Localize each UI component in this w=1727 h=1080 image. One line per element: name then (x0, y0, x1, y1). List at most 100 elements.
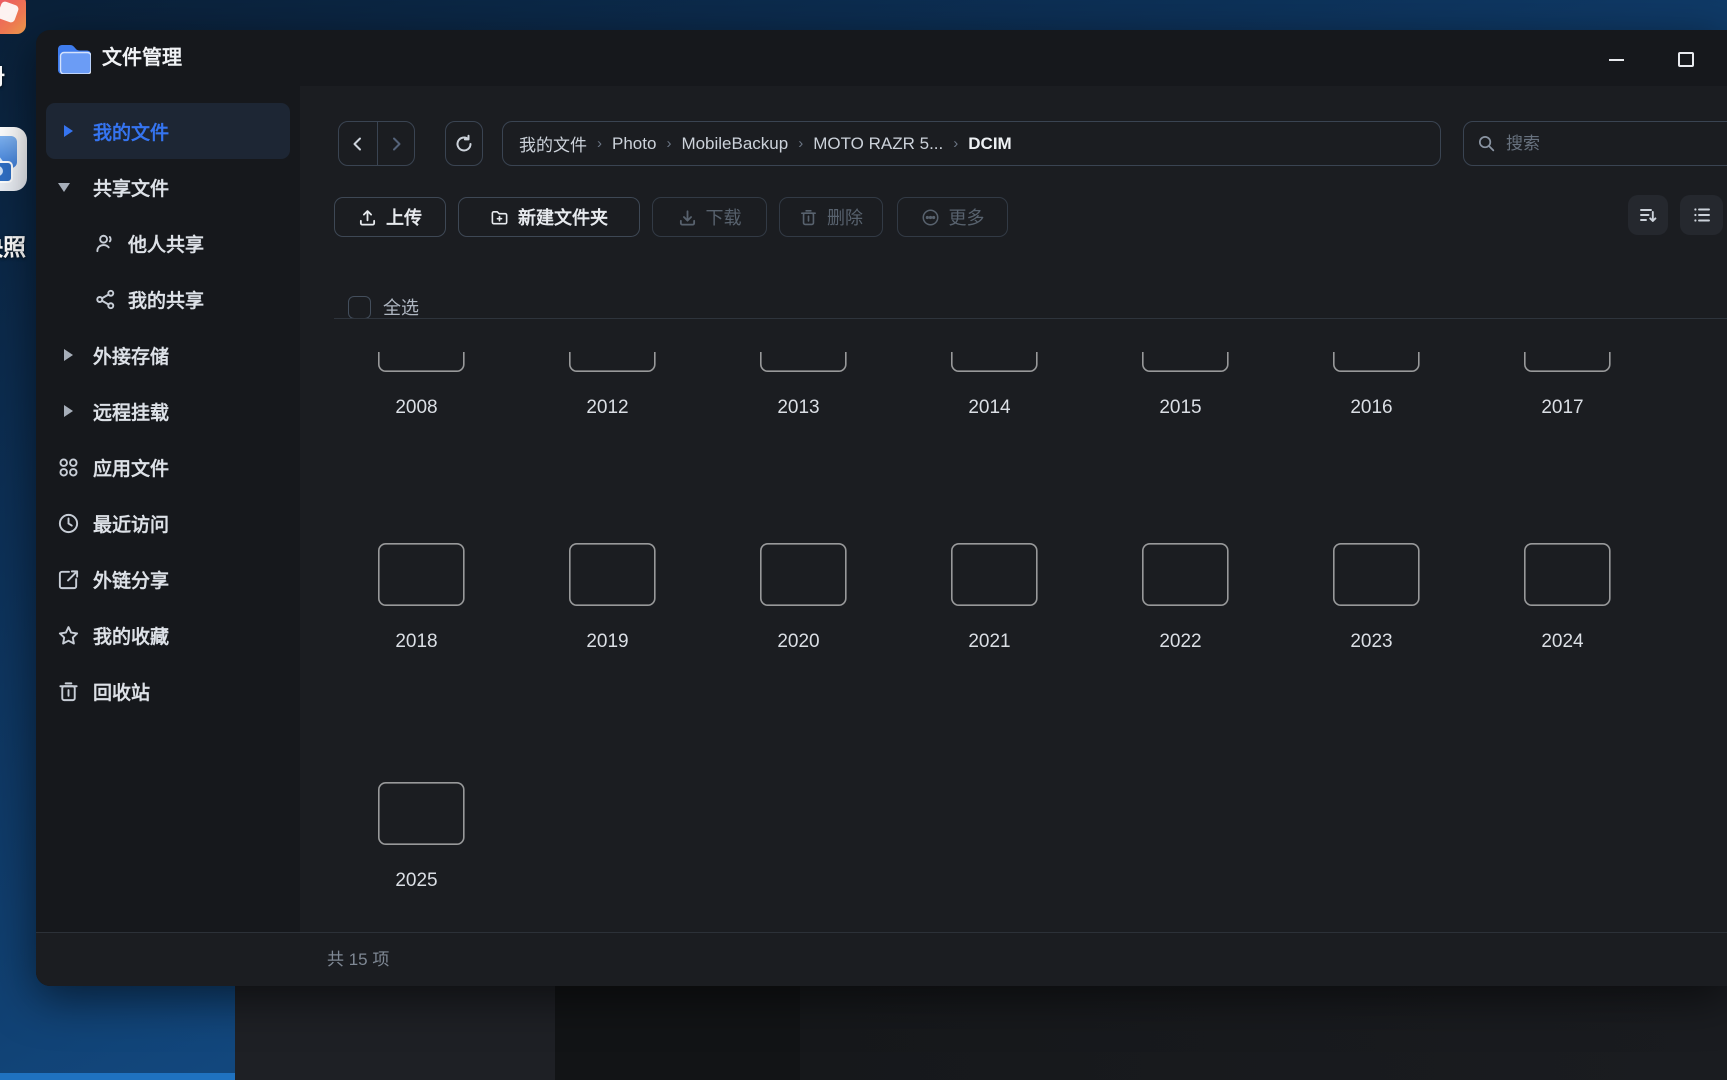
folder-item-2012[interactable]: 2012 (512, 352, 703, 419)
select-all-label: 全选 (383, 294, 419, 320)
folder-item-2020[interactable]: 2020 (703, 522, 894, 653)
star-icon (57, 624, 80, 647)
chevron-down-icon (58, 183, 70, 192)
folder-item-2008[interactable]: 2008 (321, 352, 512, 419)
breadcrumb-mobilebackup[interactable]: MobileBackup (681, 134, 788, 154)
breadcrumb-photo[interactable]: Photo (612, 134, 656, 154)
search-box (1463, 121, 1727, 166)
minimize-button[interactable] (1609, 59, 1624, 61)
desktop-album-app-icon[interactable] (0, 0, 26, 34)
sidebar-item-external-storage[interactable]: 外接存储 (36, 327, 300, 383)
folder-row: 2025 (321, 761, 512, 892)
view-mode-button[interactable] (1680, 195, 1723, 235)
more-button[interactable]: 更多 (897, 197, 1008, 237)
folder-item-2014[interactable]: 2014 (894, 352, 1085, 419)
refresh-button[interactable] (445, 121, 483, 166)
download-button[interactable]: 下载 (652, 197, 767, 237)
folder-item-2024[interactable]: 2024 (1467, 522, 1658, 653)
chevron-left-icon (350, 136, 366, 152)
sidebar-item-shared-by-others[interactable]: 他人共享 (36, 215, 300, 271)
folder-icon (1514, 522, 1611, 606)
breadcrumb-moto-razr[interactable]: MOTO RAZR 5... (813, 134, 943, 154)
breadcrumb-separator: › (953, 135, 958, 152)
chevron-right-icon (64, 405, 73, 417)
folder-item-2023[interactable]: 2023 (1276, 522, 1467, 653)
delete-button[interactable]: 删除 (779, 197, 883, 237)
select-all-checkbox[interactable] (348, 296, 371, 319)
share-nodes-icon (94, 288, 117, 311)
folder-item-2017[interactable]: 2017 (1467, 352, 1658, 419)
clock-icon (57, 512, 80, 535)
folder-name: 2025 (395, 870, 437, 892)
new-folder-button[interactable]: 新建文件夹 (458, 197, 640, 237)
sidebar-item-my-shares[interactable]: 我的共享 (36, 271, 300, 327)
folder-item-2025[interactable]: 2025 (321, 761, 512, 892)
breadcrumb-dcim[interactable]: DCIM (968, 134, 1011, 154)
folder-row: 200820122013 2014 2015 2016 2017 (321, 352, 1658, 419)
folder-item-2021[interactable]: 2021 (894, 522, 1085, 653)
desktop-snapshot-app-icon[interactable] (0, 127, 27, 191)
chevron-right-icon (64, 349, 73, 361)
sidebar-item-external-links[interactable]: 外链分享 (36, 551, 300, 607)
folder-item-2013[interactable]: 2013 (703, 352, 894, 419)
sort-button[interactable] (1628, 195, 1668, 235)
camera-icon (0, 161, 13, 183)
folder-name: 2024 (1541, 631, 1583, 653)
sidebar-item-app-files[interactable]: 应用文件 (36, 439, 300, 495)
folder-icon (750, 522, 847, 606)
sort-icon (1638, 205, 1658, 225)
breadcrumb-separator: › (666, 135, 671, 152)
search-input[interactable] (1506, 134, 1676, 154)
app-folder-icon (58, 43, 91, 74)
sidebar-item-my-files[interactable]: 我的文件 (46, 103, 290, 159)
folder-name: 2016 (1350, 397, 1392, 419)
forward-button[interactable] (377, 122, 415, 165)
folder-item-2016[interactable]: 2016 (1276, 352, 1467, 419)
folder-item-2015[interactable]: 2015 (1085, 352, 1276, 419)
breadcrumb-separator: › (798, 135, 803, 152)
folder-icon (1132, 352, 1229, 372)
folder-icon (1323, 352, 1420, 372)
folder-name: 2020 (777, 631, 819, 653)
folder-row: 2018 2019 2020 2021 2022 2023 2024 (321, 522, 1658, 653)
folder-icon (1514, 352, 1611, 372)
screen: 册 快照 文件管理 我的文件 (0, 0, 1727, 1080)
background-window-panel (555, 986, 800, 1080)
folder-icon (559, 352, 656, 372)
sidebar-item-recycle-bin[interactable]: 回收站 (36, 663, 300, 719)
desktop-snapshot-label: 快照 (0, 228, 26, 262)
folder-name: 2022 (1159, 631, 1201, 653)
sidebar-item-recent[interactable]: 最近访问 (36, 495, 300, 551)
breadcrumb-my-files[interactable]: 我的文件 (519, 131, 587, 156)
window-title: 文件管理 (102, 30, 182, 86)
desktop-album-label: 册 (0, 57, 5, 91)
more-circle-icon (921, 208, 940, 227)
folder-icon (750, 352, 847, 372)
person-icon (94, 232, 117, 255)
folder-name: 2014 (968, 397, 1010, 419)
sidebar-item-shared-files[interactable]: 共享文件 (36, 159, 300, 215)
file-manager-window: 文件管理 我的文件 共享文件 他人共享 (36, 30, 1727, 986)
folder-item-2022[interactable]: 2022 (1085, 522, 1276, 653)
grid-divider (334, 318, 1727, 319)
folder-icon (559, 522, 656, 606)
history-nav (338, 121, 415, 166)
share-export-icon (57, 568, 80, 591)
sidebar-item-favorites[interactable]: 我的收藏 (36, 607, 300, 663)
refresh-icon (454, 134, 474, 154)
back-button[interactable] (339, 122, 377, 165)
breadcrumb-separator: › (597, 135, 602, 152)
sidebar-item-remote-mount[interactable]: 远程挂载 (36, 383, 300, 439)
folder-icon (368, 522, 465, 606)
chevron-right-icon (64, 125, 73, 137)
folder-item-2018[interactable]: 2018 (321, 522, 512, 653)
maximize-button[interactable] (1678, 52, 1694, 67)
background-window-panel (235, 986, 555, 1080)
folder-icon (941, 352, 1038, 372)
sidebar: 我的文件 共享文件 他人共享 我的共享 (36, 86, 300, 932)
taskbar-accent-strip (0, 1073, 235, 1080)
apps-icon (57, 456, 80, 479)
folder-name: 2018 (395, 631, 437, 653)
upload-button[interactable]: 上传 (334, 197, 446, 237)
folder-item-2019[interactable]: 2019 (512, 522, 703, 653)
